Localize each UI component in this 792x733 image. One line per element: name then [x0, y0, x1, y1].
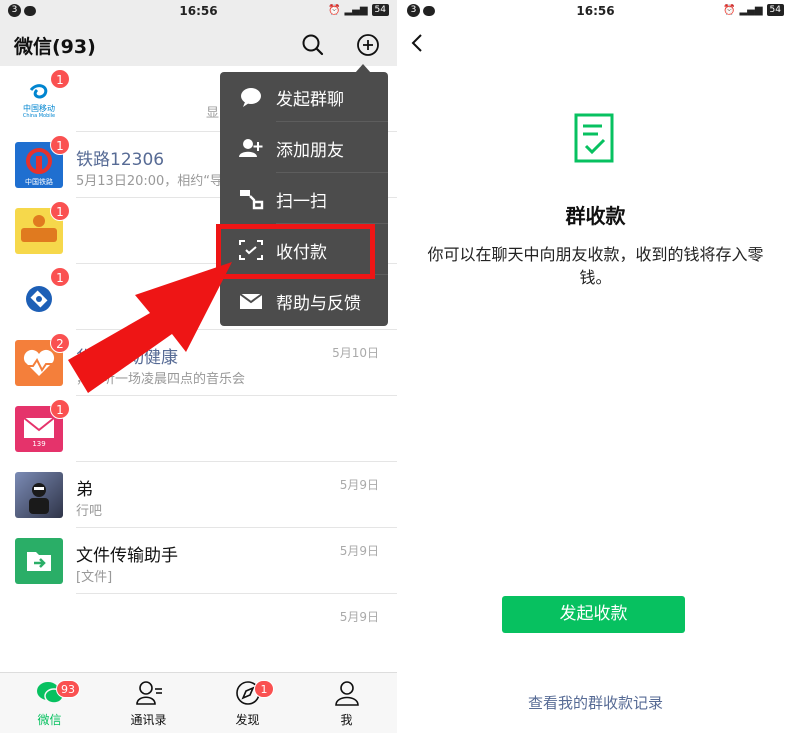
- person-icon: [333, 679, 361, 707]
- photo-avatar: [15, 472, 63, 518]
- tab-discover[interactable]: 1 发现: [198, 673, 297, 733]
- plus-dropdown-menu: 发起群聊 添加朋友 扫一扫 收付款 帮助与反馈: [220, 72, 388, 326]
- signal-icon: ▂▄▆: [344, 4, 368, 16]
- chat-name: 文件传输助手: [76, 546, 178, 566]
- chat-preview: 行吧: [76, 504, 103, 519]
- page-title: 群收款: [565, 204, 626, 228]
- tab-badge: 1: [254, 680, 274, 698]
- signal-icon: ▂▄▆: [739, 4, 763, 16]
- menu-item-group-chat[interactable]: 发起群聊: [220, 72, 388, 122]
- battery-icon: 54: [371, 4, 389, 16]
- scan-icon: [238, 187, 264, 211]
- tab-wechat[interactable]: 93 微信: [0, 673, 99, 733]
- chat-bubble-icon: [238, 85, 264, 109]
- chat-row-health[interactable]: 2 华为运动健康 ，来听一场凌晨四点的音乐会 5月10日: [0, 330, 397, 396]
- page-title: 微信(93): [14, 36, 96, 58]
- chat-time: 5月9日: [339, 478, 379, 492]
- chat-time: 5月10日: [332, 346, 379, 360]
- chat-time: 5月9日: [339, 610, 379, 624]
- highlight-box: [216, 224, 375, 279]
- unread-badge: 2: [50, 333, 70, 353]
- menu-item-add-friend[interactable]: 添加朋友: [220, 123, 388, 173]
- unread-badge: 1: [50, 201, 70, 221]
- document-check-icon: [574, 113, 614, 163]
- description: 你可以在聊天中向朋友收款，收到的钱将存入零钱。: [427, 245, 764, 287]
- unread-badge: 1: [50, 69, 70, 89]
- unread-badge: 1: [50, 267, 70, 287]
- status-bar: 3 16:56 ⏰ ▂▄▆ 54: [399, 0, 792, 22]
- chat-row-mail139[interactable]: 139 1: [0, 396, 397, 462]
- status-bar: 3 16:56 ⏰ ▂▄▆ 54: [0, 0, 397, 22]
- tab-badge: 93: [56, 680, 80, 698]
- chat-preview: [文件]: [76, 570, 113, 585]
- back-arrow-icon[interactable]: [407, 30, 429, 56]
- wechat-chat-list-screen: 3 16:56 ⏰ ▂▄▆ 54 微信(93) 中国移动 China Mobil…: [0, 0, 397, 733]
- tab-me[interactable]: 我: [297, 673, 396, 733]
- chat-name: 弟: [76, 480, 93, 500]
- alarm-icon: ⏰: [328, 4, 341, 16]
- contacts-icon: [135, 679, 163, 707]
- mail-icon: [238, 289, 264, 313]
- menu-item-scan[interactable]: 扫一扫: [220, 174, 388, 224]
- chat-name: 铁路12306: [76, 150, 165, 170]
- header: 微信(93): [0, 22, 397, 66]
- menu-item-help[interactable]: 帮助与反馈: [220, 276, 388, 326]
- plus-circle-icon[interactable]: [355, 32, 381, 58]
- alarm-icon: ⏰: [723, 4, 736, 16]
- unread-badge: 1: [50, 135, 70, 155]
- unread-badge: 1: [50, 399, 70, 419]
- battery-icon: 54: [766, 4, 784, 16]
- tab-contacts[interactable]: 通讯录: [99, 673, 198, 733]
- file-transfer-logo: [15, 538, 63, 584]
- records-link[interactable]: 查看我的群收款记录: [399, 692, 792, 713]
- add-user-icon: [238, 136, 264, 160]
- screenshot-root: 3 16:56 ⏰ ▂▄▆ 54 微信(93) 中国移动 China Mobil…: [0, 0, 792, 733]
- chat-name: 华为运动健康: [76, 348, 178, 368]
- group-payment-screen: 3 16:56 ⏰ ▂▄▆ 54 群收款 你可以在聊天中向朋友收款，收到的钱将存…: [399, 0, 792, 733]
- chat-time: 5月9日: [339, 544, 379, 558]
- tab-bar: 93 微信 通讯录 1 发现 我: [0, 672, 397, 733]
- chat-row-file-transfer[interactable]: 文件传输助手 [文件] 5月9日: [0, 528, 397, 594]
- chat-preview: 显: [206, 106, 220, 121]
- chat-preview: 5月13日20:00，相约“导: [76, 174, 224, 189]
- chat-row-brother[interactable]: 弟 行吧 5月9日: [0, 462, 397, 528]
- chat-preview: ，来听一场凌晨四点的音乐会: [76, 372, 246, 387]
- start-collection-button[interactable]: 发起收款: [502, 596, 685, 633]
- chat-row-partial[interactable]: 5月9日: [0, 594, 397, 660]
- search-icon[interactable]: [300, 32, 326, 58]
